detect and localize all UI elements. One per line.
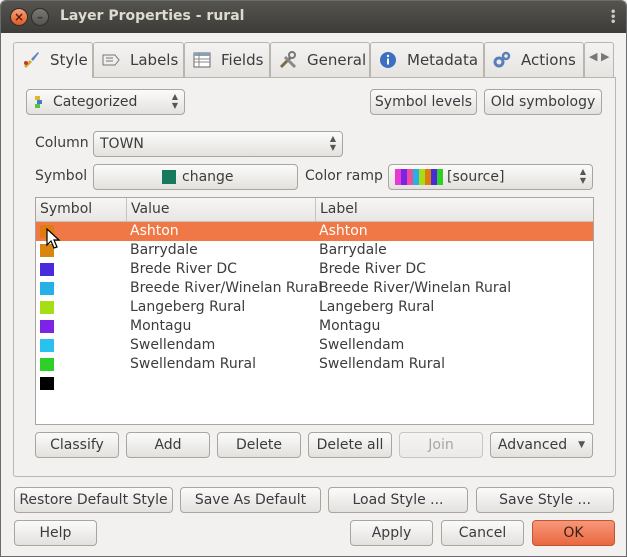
save-as-default-button[interactable]: Save As Default: [180, 487, 321, 513]
label-cell[interactable]: Ashton: [319, 222, 368, 241]
table-row[interactable]: Ashton Ashton: [36, 222, 593, 241]
value-cell[interactable]: Swellendam Rural: [130, 355, 256, 374]
apply-button[interactable]: Apply: [350, 520, 433, 546]
symbol-preview-swatch: [162, 170, 176, 184]
column-label: Column: [35, 135, 89, 151]
color-ramp-label: Color ramp: [305, 168, 383, 184]
brush-icon: [24, 52, 39, 68]
symbol-swatch[interactable]: [40, 339, 54, 352]
symbol-change-label: change: [182, 169, 234, 185]
combo-arrows-icon: ▲ ▼: [579, 167, 586, 185]
tab-scroll-right-icon[interactable]: ▶: [601, 50, 609, 63]
symbol-swatch[interactable]: [40, 358, 54, 371]
value-cell[interactable]: Barrydale: [130, 241, 198, 260]
label-cell[interactable]: Langeberg Rural: [319, 298, 434, 317]
layer-properties-dialog: × – Layer Properties - rural • • • Style L…: [0, 0, 627, 557]
info-icon: [380, 52, 396, 68]
restore-default-style-button[interactable]: Restore Default Style: [14, 487, 173, 513]
value-cell[interactable]: Ashton: [130, 222, 179, 241]
label-icon: [102, 54, 120, 66]
tab-actions[interactable]: Actions: [484, 42, 584, 77]
label-cell[interactable]: Breede River/Winelan Rural: [319, 279, 511, 298]
categorized-icon: [35, 96, 42, 108]
classify-button[interactable]: Classify: [35, 432, 119, 458]
value-cell[interactable]: Breede River/Winelan Rural: [130, 279, 322, 298]
renderer-type-combo[interactable]: Categorized ▲ ▼: [26, 89, 185, 115]
value-cell[interactable]: Brede River DC: [130, 260, 237, 279]
add-button[interactable]: Add: [126, 432, 210, 458]
symbol-label: Symbol: [35, 168, 88, 184]
tab-metadata[interactable]: Metadata: [370, 42, 484, 77]
table-row[interactable]: Barrydale Barrydale: [36, 241, 593, 260]
color-ramp-preview: [395, 169, 443, 185]
table-row[interactable]: Swellendam Swellendam: [36, 336, 593, 355]
tab-style[interactable]: Style: [13, 42, 93, 78]
categories-table[interactable]: Symbol Value Label Ashton Ashton Barrydale…: [35, 197, 594, 425]
tab-scroll-buttons[interactable]: ◀ ▶: [584, 42, 614, 77]
label-cell[interactable]: Swellendam: [319, 336, 404, 355]
cancel-button[interactable]: Cancel: [441, 520, 524, 546]
label-cell[interactable]: Barrydale: [319, 241, 387, 260]
window-menu-icon[interactable]: • • •: [610, 8, 616, 28]
header-symbol[interactable]: Symbol: [36, 198, 127, 222]
table-row[interactable]: [36, 374, 593, 393]
column-value: TOWN: [100, 136, 144, 152]
tools-icon: [279, 51, 297, 69]
table-row[interactable]: Montagu Montagu: [36, 317, 593, 336]
table-row[interactable]: Langeberg Rural Langeberg Rural: [36, 298, 593, 317]
label-cell[interactable]: Montagu: [319, 317, 380, 336]
close-icon[interactable]: ×: [10, 8, 28, 26]
header-label[interactable]: Label: [316, 198, 593, 222]
save-style-button[interactable]: Save Style ...: [476, 487, 614, 513]
help-button[interactable]: Help: [14, 520, 97, 546]
symbol-levels-button[interactable]: Symbol levels: [370, 89, 477, 115]
value-cell[interactable]: Langeberg Rural: [130, 298, 245, 317]
symbol-swatch[interactable]: [40, 282, 54, 295]
tab-bar: Style Labels Fields General Metadata Act…: [13, 42, 616, 78]
window-title: Layer Properties - rural: [60, 8, 245, 24]
advanced-button[interactable]: Advanced ▼: [490, 432, 593, 458]
symbol-swatch[interactable]: [40, 377, 54, 390]
tab-labels[interactable]: Labels: [93, 42, 184, 77]
tab-fields[interactable]: Fields: [184, 42, 270, 77]
join-button: Join: [399, 432, 483, 458]
old-symbology-button[interactable]: Old symbology: [484, 89, 602, 115]
renderer-type-value: Categorized: [53, 94, 138, 110]
ok-button[interactable]: OK: [532, 520, 615, 546]
color-ramp-value: [source]: [447, 169, 505, 185]
tab-general[interactable]: General: [270, 42, 370, 77]
symbol-swatch[interactable]: [40, 301, 54, 314]
gears-icon: [493, 51, 511, 68]
delete-button[interactable]: Delete: [217, 432, 301, 458]
symbol-swatch[interactable]: [40, 263, 54, 276]
header-value[interactable]: Value: [127, 198, 316, 222]
load-style-button[interactable]: Load Style ...: [328, 487, 468, 513]
tab-scroll-left-icon[interactable]: ◀: [589, 50, 597, 63]
combo-arrows-icon: ▲ ▼: [329, 134, 336, 152]
delete-all-button[interactable]: Delete all: [308, 432, 392, 458]
table-icon: [193, 52, 211, 68]
label-cell[interactable]: Brede River DC: [319, 260, 426, 279]
value-cell[interactable]: Montagu: [130, 317, 191, 336]
minimize-icon[interactable]: –: [31, 8, 49, 26]
combo-arrows-icon: ▲ ▼: [171, 92, 178, 110]
mouse-cursor-icon: [46, 228, 61, 249]
dropdown-arrow-icon: ▼: [578, 440, 585, 450]
symbol-swatch[interactable]: [40, 320, 54, 333]
table-row[interactable]: Breede River/Winelan Rural Breede River/W…: [36, 279, 593, 298]
symbol-change-button[interactable]: change: [93, 164, 298, 190]
value-cell[interactable]: Swellendam: [130, 336, 215, 355]
table-row[interactable]: Brede River DC Brede River DC: [36, 260, 593, 279]
table-row[interactable]: Swellendam Rural Swellendam Rural: [36, 355, 593, 374]
color-ramp-combo[interactable]: [source] ▲ ▼: [388, 164, 593, 190]
label-cell[interactable]: Swellendam Rural: [319, 355, 445, 374]
advanced-label: Advanced: [497, 437, 568, 453]
column-combo[interactable]: TOWN ▲ ▼: [93, 131, 343, 157]
table-header: Symbol Value Label: [36, 198, 593, 222]
title-bar: × – Layer Properties - rural • • •: [1, 1, 626, 33]
